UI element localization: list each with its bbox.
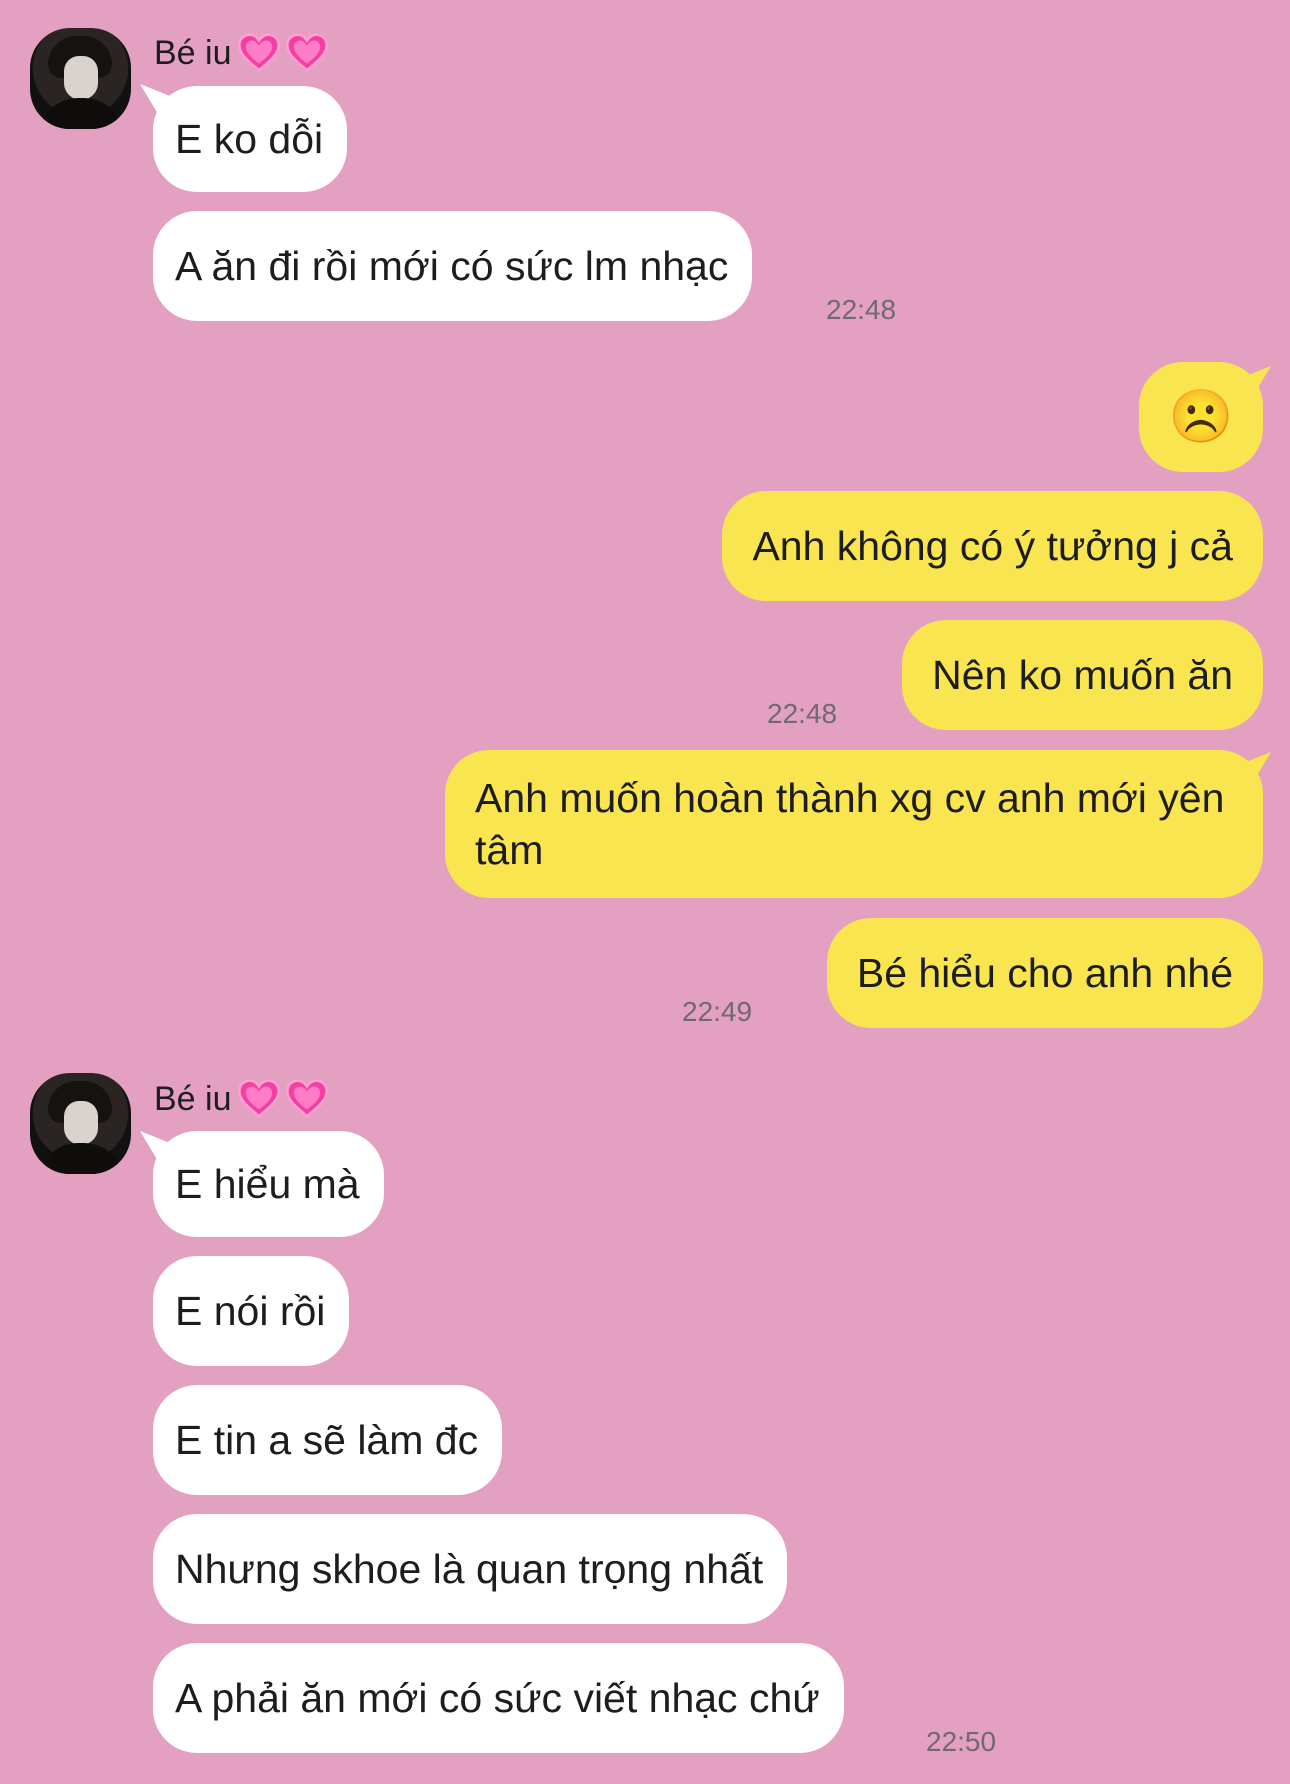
message-text: E hiểu mà [175, 1161, 360, 1207]
message-text: E tin a sẽ làm đc [175, 1417, 479, 1463]
message-text: A ăn đi rồi mới có sức lm nhạc [175, 243, 729, 289]
message-bubble-outgoing[interactable]: Bé hiểu cho anh nhé [826, 918, 1263, 1028]
message-text: E ko dỗi [175, 116, 324, 162]
pink-heart-icon [237, 33, 280, 72]
message-bubble-outgoing[interactable]: Anh không có ý tưởng j cả [722, 491, 1263, 601]
message-timestamp: 22:50 [926, 1726, 997, 1757]
message-timestamp: 22:49 [682, 996, 753, 1027]
message-bubble-incoming[interactable]: A phải ăn mới có sức viết nhạc chứ [153, 1643, 844, 1753]
message-bubble-outgoing[interactable]: Nên ko muốn ăn [902, 620, 1263, 730]
message-text: Anh muốn hoàn thành xg cv anh mới yên tâ… [475, 775, 1225, 873]
contact-avatar[interactable] [30, 28, 131, 129]
message-bubble-outgoing[interactable]: Anh muốn hoàn thành xg cv anh mới yên tâ… [445, 750, 1263, 898]
sender-name: Bé iu [154, 1078, 328, 1120]
message-bubble-incoming[interactable]: Nhưng skhoe là quan trọng nhất [153, 1514, 788, 1624]
pink-heart-icon [285, 1079, 328, 1118]
message-bubble-incoming[interactable]: E ko dỗi [153, 86, 348, 192]
sender-name: Bé iu [154, 32, 328, 74]
message-text: A phải ăn mới có sức viết nhạc chứ [175, 1675, 820, 1721]
message-timestamp: 22:48 [767, 698, 838, 729]
message-text: E nói rồi [175, 1288, 326, 1334]
pink-heart-icon [237, 1079, 280, 1118]
message-timestamp: 22:48 [826, 294, 897, 325]
message-text: Anh không có ý tưởng j cả [752, 523, 1233, 569]
sender-name-text: Bé iu [154, 34, 232, 72]
message-bubble-incoming[interactable]: E hiểu mà [153, 1131, 384, 1237]
frowning-face-icon: ☹️ [1168, 388, 1234, 446]
message-text: Nên ko muốn ăn [932, 652, 1233, 698]
message-bubble-incoming[interactable]: E nói rồi [153, 1256, 350, 1366]
pink-heart-icon [285, 33, 328, 72]
message-text: Bé hiểu cho anh nhé [856, 950, 1233, 996]
message-bubble-incoming[interactable]: E tin a sẽ làm đc [153, 1385, 503, 1495]
sender-name-text: Bé iu [154, 1080, 232, 1118]
contact-avatar[interactable] [30, 1073, 131, 1174]
message-text: Nhưng skhoe là quan trọng nhất [175, 1546, 764, 1592]
message-bubble-outgoing[interactable]: ☹️ [1139, 362, 1263, 472]
message-bubble-incoming[interactable]: A ăn đi rồi mới có sức lm nhạc [153, 211, 753, 321]
